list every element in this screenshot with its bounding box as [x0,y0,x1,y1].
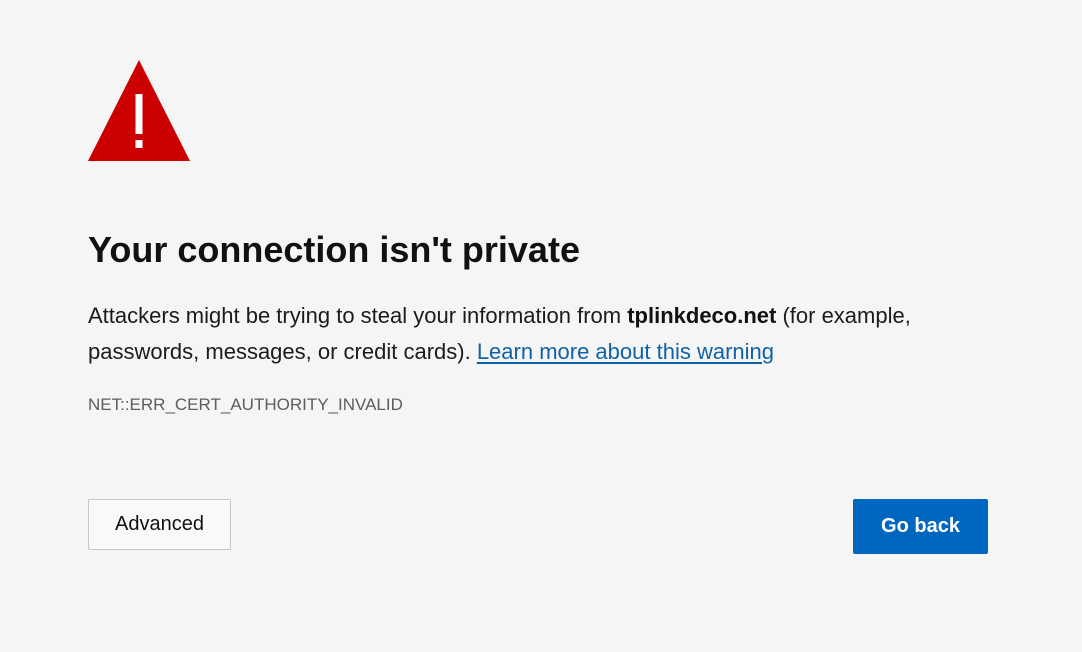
error-code: NET::ERR_CERT_AUTHORITY_INVALID [88,395,403,414]
page-title: Your connection isn't private [88,229,580,270]
warning-triangle-icon [88,60,190,162]
warning-message: Attackers might be trying to steal your … [88,298,988,370]
go-back-button[interactable]: Go back [853,499,988,554]
host-name: tplinkdeco.net [627,303,777,328]
advanced-button[interactable]: Advanced [88,499,231,550]
message-text-before: Attackers might be trying to steal your … [88,303,628,328]
learn-more-link[interactable]: Learn more about this warning [477,339,774,364]
